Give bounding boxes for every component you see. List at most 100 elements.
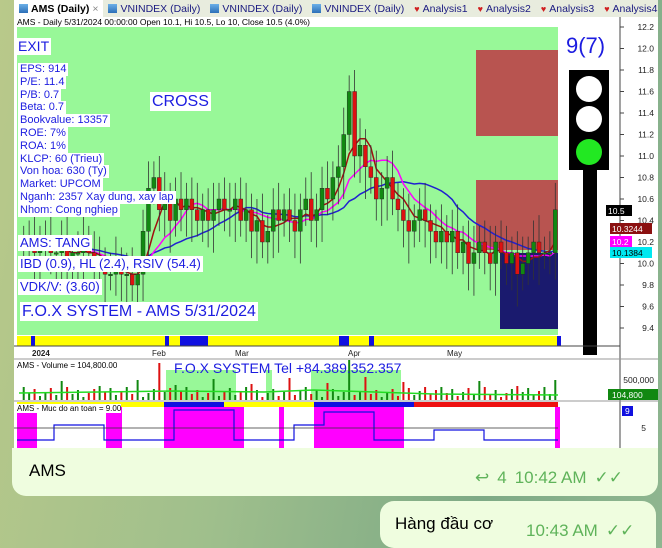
traffic-light-off <box>576 106 602 132</box>
candle-body <box>346 91 352 135</box>
y-tick-label: 9.6 <box>642 302 654 312</box>
message-time: 10:42 AM <box>514 468 587 487</box>
reply-icon[interactable]: ↩ <box>475 468 489 488</box>
candle-body <box>341 134 346 167</box>
safety-zone <box>106 407 122 448</box>
volume-bar <box>554 380 557 400</box>
volume-bar <box>28 393 31 400</box>
y-tick-label: 11.0 <box>638 151 654 161</box>
fundamental-item: ROA: 1% <box>18 139 68 153</box>
fundamental-item: Market: UPCOM <box>18 178 103 191</box>
candle-body <box>536 241 542 253</box>
safety-zone <box>17 407 37 448</box>
candle-body <box>515 252 520 275</box>
volume-bar <box>158 363 161 400</box>
volume-bar <box>396 396 399 400</box>
price-tag-label: 10.1384 <box>612 248 643 258</box>
support-zone <box>500 253 558 329</box>
fundamental-item: P/B: 0.7 <box>18 88 62 102</box>
volume-bar <box>212 379 215 400</box>
candle-body <box>303 198 308 210</box>
volume-bar <box>516 386 519 400</box>
volume-bar <box>136 380 139 400</box>
safety-zone <box>314 407 404 448</box>
y-tick-label: 10.6 <box>637 194 654 204</box>
volume-bar <box>315 390 318 400</box>
resistance-zone <box>476 50 558 136</box>
candle-body <box>390 177 395 200</box>
volume-bar <box>98 386 101 400</box>
candle-body <box>466 241 471 264</box>
volume-bar <box>125 387 128 400</box>
stock-chart-image: AMS (Daily) × VNINDEX (Daily) VNINDEX (Da… <box>14 0 658 450</box>
candle-body <box>455 231 460 253</box>
read-checkmarks-icon: ✓✓ <box>594 468 624 487</box>
message-bubble[interactable]: AMS ↩ 4 10:42 AM ✓✓ <box>12 448 658 496</box>
volume-bar <box>364 377 367 400</box>
volume-bar <box>391 389 394 400</box>
candle-body <box>379 188 384 200</box>
candle-body <box>471 252 477 264</box>
volume-bar <box>543 387 546 400</box>
x-axis-label: Apr <box>348 349 361 358</box>
candle-body <box>412 220 417 232</box>
candle-body <box>525 252 531 264</box>
x-axis-label: 2024 <box>32 349 50 358</box>
volume-bar <box>245 387 248 400</box>
volume-bar <box>283 392 286 400</box>
volume-watermark: F.O.X SYSTEM Tel +84.389.352.357 <box>174 360 402 376</box>
message-text: AMS <box>29 461 66 480</box>
volume-bar <box>310 394 313 400</box>
volume-bar <box>71 394 74 400</box>
volume-bar <box>304 387 307 400</box>
safety-zone <box>555 407 560 448</box>
candle-body <box>498 241 504 253</box>
candle-body <box>363 145 368 167</box>
candle-body <box>384 177 390 189</box>
volume-bar <box>293 395 296 400</box>
volume-bar <box>500 397 503 400</box>
volume-bar <box>201 397 204 400</box>
vdk-label: VDK/V: (3.60) <box>18 279 102 295</box>
x-axis-label: Mar <box>235 349 249 358</box>
volume-bar <box>114 395 117 400</box>
traffic-light-off <box>576 76 602 102</box>
volume-bar <box>277 396 280 400</box>
signal-block <box>369 336 374 346</box>
volume-bar <box>207 393 210 400</box>
candle-body <box>450 231 455 243</box>
fundamental-item: EPS: 914 <box>18 63 69 76</box>
candle-body <box>195 209 200 221</box>
fundamental-item: ROE: 7% <box>18 126 68 140</box>
y-tick-label: 11.8 <box>638 65 654 75</box>
safety-strip-block <box>164 402 224 407</box>
safety-zone <box>164 407 244 448</box>
candle-body <box>439 231 444 243</box>
fundamental-item: Bookvalue: 13357 <box>18 114 111 127</box>
candle-body <box>135 274 140 286</box>
score-label: 9(7) <box>566 33 606 58</box>
candle-body <box>336 166 341 178</box>
volume-bar <box>180 391 183 400</box>
volume-bar <box>483 387 486 400</box>
volume-bar <box>49 388 52 400</box>
volume-bar <box>472 395 475 400</box>
volume-bar <box>527 388 530 400</box>
message-text: Hàng đầu cơ <box>395 514 494 533</box>
safety-title: AMS - Muc do an toan = 9.00 <box>17 404 122 413</box>
reply-count[interactable]: 4 <box>497 468 506 488</box>
candle-body <box>368 166 374 178</box>
candle-body <box>422 209 428 221</box>
system-label: F.O.X SYSTEM - AMS 5/31/2024 <box>20 302 258 321</box>
y-tick-label: 11.4 <box>638 108 654 118</box>
candle-body <box>54 252 59 255</box>
candle-body <box>330 177 336 200</box>
candle-body <box>108 274 113 276</box>
candle-body <box>520 263 525 275</box>
candle-body <box>75 252 81 255</box>
signal-block <box>165 336 169 346</box>
message-bubble[interactable]: Hàng đầu cơ 10:43 AM ✓✓ <box>380 501 656 548</box>
candle-body <box>124 274 129 276</box>
safety-tag-label: 9 <box>625 406 630 416</box>
fundamental-item: P/E: 11.4 <box>18 75 67 89</box>
